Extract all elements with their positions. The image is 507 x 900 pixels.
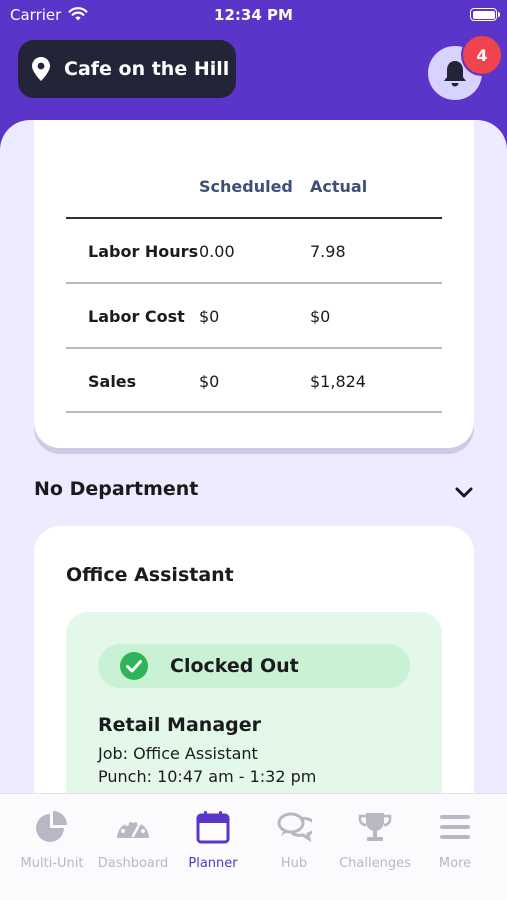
notification-count-badge: 4 (461, 34, 503, 76)
tab-multi-unit[interactable]: Multi-Unit (10, 794, 94, 884)
trophy-icon (358, 813, 392, 841)
table-header-divider (66, 217, 442, 219)
chevron-down-icon (455, 487, 473, 498)
shift-card[interactable]: Office Assistant Clocked Out Retail Mana… (34, 526, 474, 800)
battery-icon (470, 8, 500, 21)
tab-label: More (438, 856, 472, 871)
row-divider (66, 347, 442, 349)
row-divider (66, 282, 442, 284)
punch-time-line: Punch: 10:47 am - 1:32 pm (98, 767, 317, 786)
tab-hub[interactable]: Hub (252, 794, 336, 884)
shift-role-title: Office Assistant (66, 564, 234, 586)
chat-bubbles-icon (277, 812, 312, 843)
labor-cost-actual: $0 (310, 307, 331, 326)
tab-challenges[interactable]: Challenges (333, 794, 417, 884)
tab-label: Dashboard (97, 856, 169, 871)
pie-chart-icon (36, 811, 67, 842)
gauge-icon (117, 819, 149, 838)
tab-label: Planner (188, 856, 238, 871)
clock-status-badge: Clocked Out (98, 644, 410, 688)
sales-scheduled: $0 (199, 372, 220, 391)
location-pin-icon (32, 57, 50, 81)
tab-more[interactable]: More (413, 794, 497, 884)
job-line: Job: Office Assistant (98, 744, 258, 763)
tab-dashboard[interactable]: Dashboard (91, 794, 175, 884)
tab-label: Multi-Unit (20, 856, 84, 871)
calendar-icon (196, 811, 230, 844)
sales-actual: $1,824 (310, 372, 366, 391)
row-label-sales: Sales (88, 372, 137, 391)
punch-details-panel: Clocked Out Retail Manager Job: Office A… (66, 612, 442, 800)
location-selector-button[interactable]: Cafe on the Hill (18, 40, 236, 98)
column-header-actual: Actual (310, 177, 368, 196)
tab-label: Hub (280, 856, 308, 871)
labor-hours-scheduled: 0.00 (199, 242, 235, 261)
labor-cost-scheduled: $0 (199, 307, 220, 326)
row-label-labor-cost: Labor Cost (88, 307, 185, 326)
location-name: Cafe on the Hill (64, 58, 230, 80)
menu-icon (440, 815, 470, 839)
clock-status-label: Clocked Out (170, 655, 299, 677)
employee-title: Retail Manager (98, 714, 261, 736)
check-circle-icon (120, 652, 148, 680)
bottom-tab-bar: Multi-Unit Dashboard Planner Hub Challen… (0, 793, 507, 900)
content-sheet: Scheduled Actual Labor Hours 0.00 7.98 L… (0, 120, 507, 800)
labor-hours-actual: 7.98 (310, 242, 346, 261)
row-divider (66, 411, 442, 413)
tab-planner[interactable]: Planner (171, 794, 255, 884)
clock: 12:34 PM (214, 6, 293, 24)
department-label: No Department (34, 478, 199, 500)
column-header-scheduled: Scheduled (199, 177, 293, 196)
labor-summary-card: Scheduled Actual Labor Hours 0.00 7.98 L… (34, 120, 474, 448)
department-dropdown[interactable]: No Department (34, 478, 474, 508)
status-bar: Carrier 12:34 PM (0, 0, 507, 32)
row-label-labor-hours: Labor Hours (88, 242, 199, 261)
tab-label: Challenges (339, 856, 411, 871)
